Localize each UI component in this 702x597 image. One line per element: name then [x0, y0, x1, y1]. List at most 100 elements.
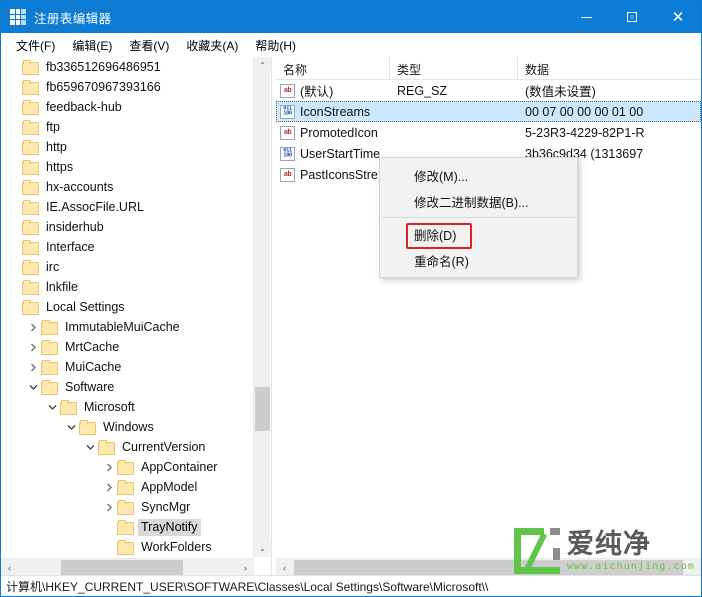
tree-item[interactable]: fb336512696486951 [1, 57, 254, 77]
aichunjing-logo-icon [513, 528, 560, 574]
tree-item[interactable]: IE.AssocFile.URL [1, 197, 254, 217]
tree-item[interactable]: fb659670967393166 [1, 77, 254, 97]
watermark: 爱纯净 www.aichunjing.com [513, 528, 695, 574]
value-row[interactable]: ab PromotedIcon 5-23R3-4229-82P1-R [276, 122, 701, 143]
tree-twisty-empty [7, 277, 22, 297]
values-list[interactable]: ab (默认) REG_SZ (数值未设置) 011 100 IconStreams 00 0… [276, 80, 701, 558]
tree-item[interactable]: irc [1, 257, 254, 277]
chevron-right-icon[interactable] [26, 357, 41, 377]
menu-favorites[interactable]: 收藏夹(A) [178, 34, 247, 57]
tree-item[interactable]: insiderhub [1, 217, 254, 237]
tree-item[interactable]: TrayNotify [1, 517, 254, 537]
tree-item[interactable]: Local Settings [1, 297, 254, 317]
tree-item[interactable]: hx-accounts [1, 177, 254, 197]
context-menu-item-rename[interactable]: 重命名(R) [380, 247, 577, 273]
column-header-name[interactable]: 名称 [276, 57, 390, 80]
folder-icon [22, 280, 39, 295]
tree-item[interactable]: ftp [1, 117, 254, 137]
tree-scroll-right-button[interactable]: › [237, 559, 254, 575]
menu-edit[interactable]: 编辑(E) [64, 34, 121, 57]
registry-editor-window: 注册表编辑器 ✕ 文件(F) 编辑(E) 查看(V) 收藏夹(A) 帮助(H) … [0, 0, 702, 597]
context-menu-item-delete[interactable]: 删除(D) [380, 221, 577, 249]
tree-scroll-down-button[interactable]: ⌄ [254, 540, 271, 557]
tree-item[interactable]: feedback-hub [1, 97, 254, 117]
menu-view[interactable]: 查看(V) [121, 34, 178, 57]
folder-icon [22, 240, 39, 255]
folder-icon [60, 400, 77, 415]
registry-tree[interactable]: fb336512696486951 fb659670967393166 feedba… [1, 57, 254, 557]
tree-item[interactable]: AppModel [1, 477, 254, 497]
value-name-label: UserStartTime [300, 146, 381, 161]
tree-item[interactable]: WorkFolders [1, 537, 254, 557]
main-content: fb336512696486951 fb659670967393166 feedba… [1, 57, 701, 575]
tree-hscroll-thumb[interactable] [61, 560, 183, 575]
tree-twisty-empty [102, 537, 117, 557]
tree-item-label: CurrentVersion [122, 439, 206, 454]
value-name-cell: ab PastIconsStre [276, 167, 390, 182]
tree-twisty-empty [7, 57, 22, 77]
tree-item-label: hx-accounts [46, 179, 114, 194]
folder-icon [117, 520, 134, 535]
value-row[interactable]: 011 100 IconStreams 00 07 00 00 00 01 00 [276, 101, 701, 122]
status-bar: 计算机\HKEY_CURRENT_USER\SOFTWARE\Classes\L… [1, 575, 701, 596]
tree-scroll-left-button[interactable]: ‹ [1, 559, 18, 575]
menu-help[interactable]: 帮助(H) [247, 34, 305, 57]
tree-horizontal-scrollbar[interactable]: ‹ › [1, 558, 254, 575]
tree-item[interactable]: lnkfile [1, 277, 254, 297]
tree-item[interactable]: https [1, 157, 254, 177]
close-button[interactable]: ✕ [655, 1, 701, 33]
tree-item-label: TrayNotify [138, 518, 201, 536]
value-row[interactable]: ab (默认) REG_SZ (数值未设置) [276, 80, 701, 101]
chevron-right-icon[interactable] [102, 497, 117, 517]
tree-item[interactable]: Windows [1, 417, 254, 437]
tree-item[interactable]: MrtCache [1, 337, 254, 357]
string-value-icon: ab [280, 125, 295, 140]
chevron-down-icon[interactable] [64, 417, 79, 437]
tree-item-label: lnkfile [46, 279, 78, 294]
tree-item[interactable]: AppContainer [1, 457, 254, 477]
tree-item[interactable]: ImmutableMuiCache [1, 317, 254, 337]
tree-item[interactable]: Microsoft [1, 397, 254, 417]
tree-item-label: feedback-hub [46, 99, 122, 114]
tree-twisty-empty [7, 117, 22, 137]
folder-icon [22, 100, 39, 115]
registry-values-pane: 名称 类型 数据 ab (默认) REG_SZ (数值未设置) 011 100 IconSt… [276, 57, 701, 575]
value-name-cell: ab PromotedIcon [276, 125, 390, 140]
tree-vscroll-thumb[interactable] [255, 387, 270, 431]
list-scroll-left-button[interactable]: ‹ [276, 559, 293, 575]
tree-item-label: ImmutableMuiCache [65, 319, 180, 334]
tree-item-label: Interface [46, 239, 95, 254]
column-header-data[interactable]: 数据 [518, 57, 701, 80]
close-icon: ✕ [671, 7, 685, 26]
chevron-right-icon[interactable] [102, 457, 117, 477]
menu-file[interactable]: 文件(F) [8, 34, 64, 57]
minimize-button[interactable] [563, 1, 609, 33]
registry-tree-pane: fb336512696486951 fb659670967393166 feedba… [1, 57, 272, 575]
context-menu-item-modify[interactable]: 修改(M)... [380, 162, 577, 188]
chevron-right-icon[interactable] [26, 317, 41, 337]
tree-item[interactable]: Software [1, 377, 254, 397]
folder-icon [41, 380, 58, 395]
tree-scroll-up-button[interactable]: ⌃ [254, 57, 271, 74]
maximize-button[interactable] [609, 1, 655, 33]
binary-value-icon: 011 100 [280, 104, 295, 119]
chevron-down-icon[interactable] [83, 437, 98, 457]
watermark-url: www.aichunjing.com [566, 560, 695, 572]
tree-item-label: fb336512696486951 [46, 59, 161, 74]
chevron-right-icon[interactable] [26, 337, 41, 357]
chevron-right-icon[interactable] [102, 477, 117, 497]
tree-vertical-scrollbar[interactable]: ⌃ ⌄ [253, 57, 271, 557]
column-header-type[interactable]: 类型 [390, 57, 518, 80]
tree-twisty-empty [7, 217, 22, 237]
context-menu-item-modify-binary[interactable]: 修改二进制数据(B)... [380, 188, 577, 214]
tree-item[interactable]: http [1, 137, 254, 157]
tree-item[interactable]: MuiCache [1, 357, 254, 377]
context-menu: 修改(M)... 修改二进制数据(B)... 删除(D) 重命名(R) [379, 157, 578, 278]
chevron-down-icon[interactable] [26, 377, 41, 397]
tree-item[interactable]: SyncMgr [1, 497, 254, 517]
chevron-down-icon[interactable] [45, 397, 60, 417]
string-value-icon: ab [280, 83, 295, 98]
tree-item[interactable]: CurrentVersion [1, 437, 254, 457]
tree-item[interactable]: Interface [1, 237, 254, 257]
tree-item-label: https [46, 159, 74, 174]
